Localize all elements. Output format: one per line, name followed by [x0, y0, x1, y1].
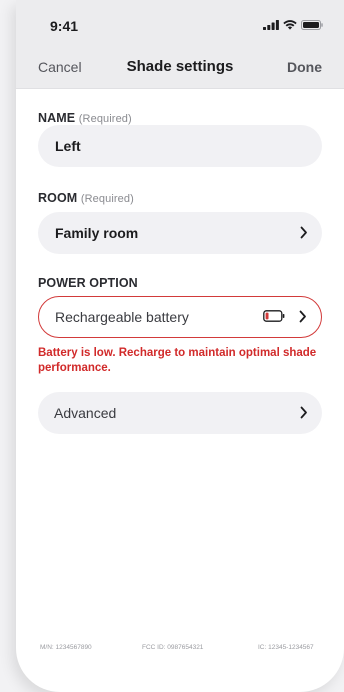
status-bar: 9:41	[16, 0, 344, 48]
name-label-text: NAME	[38, 111, 76, 125]
room-selector[interactable]: Family room	[38, 212, 322, 254]
fcc-id: FCC ID: 0987654321	[142, 644, 204, 651]
chevron-right-icon	[300, 406, 307, 419]
power-option-selector[interactable]: Rechargeable battery	[38, 296, 322, 338]
cellular-signal-icon	[263, 20, 279, 30]
name-label: NAME (Required)	[38, 111, 132, 125]
room-required-hint: (Required)	[80, 193, 134, 205]
ic-number: IC: 12345-1234567	[258, 644, 314, 651]
low-battery-warning: Battery is low. Recharge to maintain opt…	[38, 347, 317, 374]
status-time: 9:41	[50, 18, 79, 34]
navigation-bar: Cancel Shade settings Done	[16, 48, 344, 89]
chevron-right-icon	[300, 226, 307, 239]
power-option-value: Rechargeable battery	[55, 309, 189, 325]
room-field-value: Family room	[55, 225, 139, 241]
low-battery-icon	[263, 310, 285, 322]
chevron-right-icon	[299, 310, 306, 323]
advanced-button[interactable]: Advanced	[38, 392, 322, 434]
name-field-value: Left	[55, 138, 81, 154]
room-label-text: ROOM	[38, 191, 78, 205]
model-number: M/N: 1234567890	[40, 644, 92, 651]
battery-status-icon	[301, 20, 323, 30]
phone-screen: 9:41 Cancel Shade settings Done NAME (Re…	[16, 0, 344, 692]
wifi-icon	[283, 20, 297, 30]
home-indicator-area	[16, 666, 344, 692]
advanced-label: Advanced	[54, 405, 117, 421]
room-label: ROOM (Required)	[38, 191, 134, 205]
name-field[interactable]: Left	[38, 125, 322, 167]
power-option-label-text: POWER OPTION	[38, 276, 138, 290]
power-option-label: POWER OPTION	[38, 276, 138, 290]
done-button[interactable]: Done	[287, 59, 322, 75]
name-required-hint: (Required)	[78, 113, 132, 125]
status-icons	[263, 20, 323, 30]
